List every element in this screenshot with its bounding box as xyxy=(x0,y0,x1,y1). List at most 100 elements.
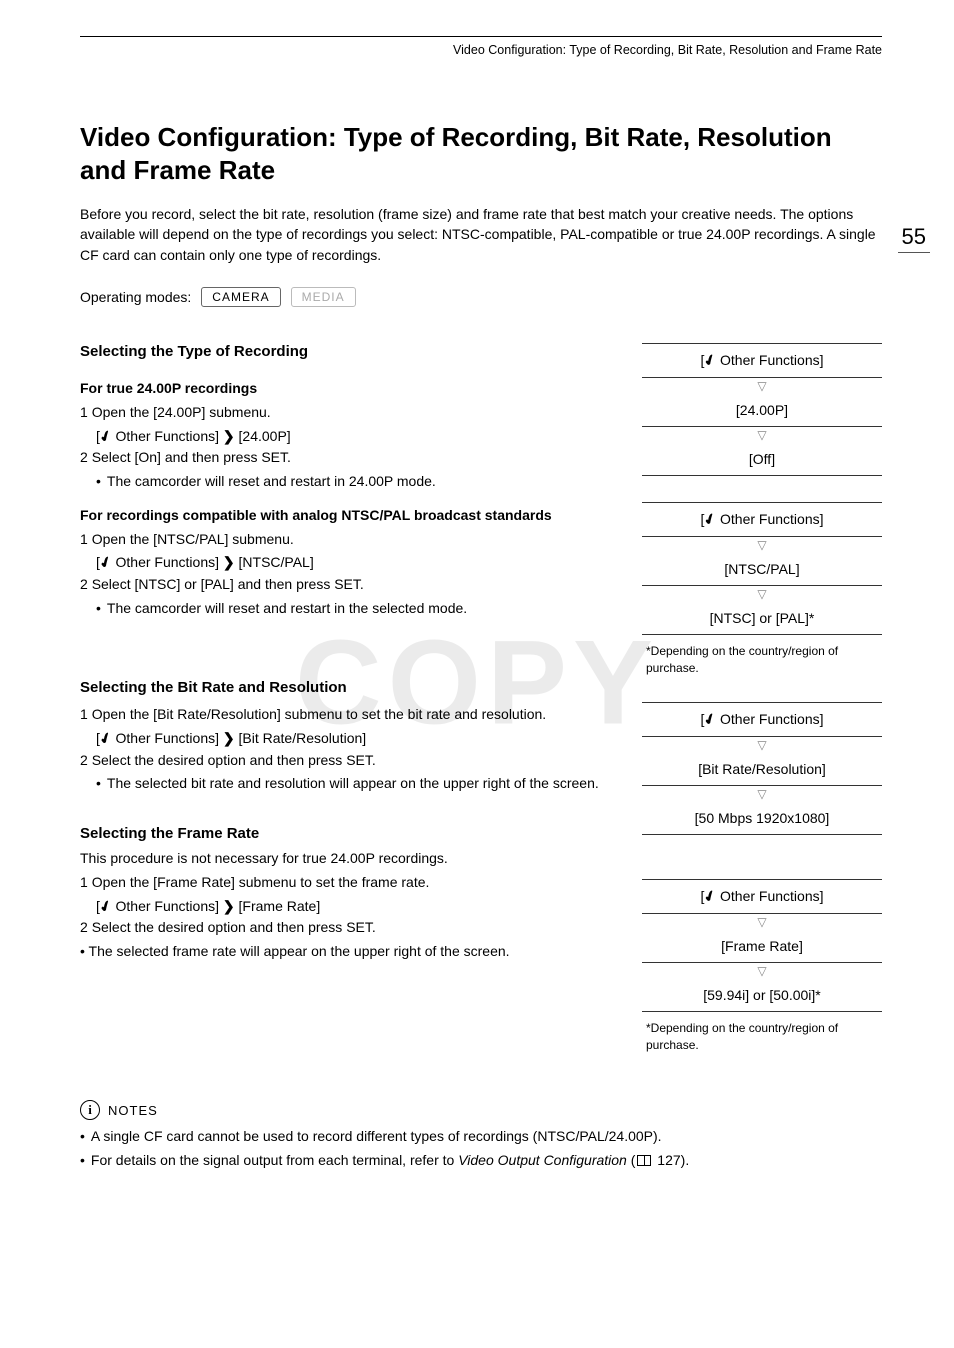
menu-item: [24.00P] xyxy=(642,394,882,427)
mode-camera: CAMERA xyxy=(201,287,280,307)
notes-label: NOTES xyxy=(108,1103,158,1118)
menu-group: [✔ Other Functions] ▽ [NTSC/PAL] ▽ [NTSC… xyxy=(642,502,882,677)
bullet-icon: • xyxy=(96,471,101,493)
step: 2 Select the desired option and then pre… xyxy=(80,750,618,772)
bullet-line: • The camcorder will reset and restart i… xyxy=(80,598,618,620)
chevron-icon: ❯ xyxy=(223,728,235,750)
operating-modes-row: Operating modes: CAMERA MEDIA xyxy=(80,287,882,307)
menu-item: [✔ Other Functions] xyxy=(642,343,882,378)
path-text: [Bit Rate/Resolution] xyxy=(235,730,367,746)
info-icon: i xyxy=(80,1100,100,1120)
note-text: For details on the signal output from ea… xyxy=(91,1150,689,1172)
menu-item: [59.94i] or [50.00i]* xyxy=(642,979,882,1012)
menu-text: Other Functions] xyxy=(716,888,823,904)
menu-item: [NTSC] or [PAL]* xyxy=(642,602,882,635)
menu-item: [Bit Rate/Resolution] xyxy=(642,753,882,786)
step-number: 2 xyxy=(80,752,88,768)
path-text: Other Functions] xyxy=(112,428,223,444)
footnote: *Depending on the country/region of purc… xyxy=(642,1012,882,1054)
note-page-ref: 127). xyxy=(653,1152,689,1168)
chevron-icon: ❯ xyxy=(223,896,235,918)
bullet-icon: • xyxy=(80,1150,85,1172)
note-text-b: ( xyxy=(627,1152,636,1168)
step-text: Select [On] and then press SET. xyxy=(92,449,291,465)
step: 1 Open the [24.00P] submenu. xyxy=(80,402,618,424)
step-text: Open the [24.00P] submenu. xyxy=(92,404,271,420)
bullet-line: • The selected frame rate will appear on… xyxy=(80,941,618,963)
down-arrow-icon: ▽ xyxy=(642,914,882,930)
note-line: • A single CF card cannot be used to rec… xyxy=(80,1126,882,1148)
menu-path: [✔ Other Functions] ❯ [24.00P] xyxy=(80,426,618,448)
path-text: [NTSC/PAL] xyxy=(235,554,314,570)
menu-item: [✔ Other Functions] xyxy=(642,702,882,737)
chevron-icon: ❯ xyxy=(223,552,235,574)
step-text: Select the desired option and then press… xyxy=(92,752,376,768)
menu-item: [Frame Rate] xyxy=(642,930,882,963)
section-heading: Selecting the Bit Rate and Resolution xyxy=(80,679,618,696)
step: 1 Open the [Bit Rate/Resolution] submenu… xyxy=(80,704,618,726)
step: 2 Select the desired option and then pre… xyxy=(80,917,618,939)
intro-paragraph: Before you record, select the bit rate, … xyxy=(80,204,882,265)
step-text: Select the desired option and then press… xyxy=(92,919,376,935)
step-text: Open the [Bit Rate/Resolution] submenu t… xyxy=(92,706,547,722)
bullet-line: • The camcorder will reset and restart i… xyxy=(80,471,618,493)
path-text: Other Functions] xyxy=(112,554,223,570)
bullet-text: The camcorder will reset and restart in … xyxy=(107,471,436,493)
step-text: Select [NTSC] or [PAL] and then press SE… xyxy=(92,576,364,592)
down-arrow-icon: ▽ xyxy=(642,963,882,979)
path-text: [Frame Rate] xyxy=(235,898,321,914)
menu-item: [✔ Other Functions] xyxy=(642,502,882,537)
bullet-icon: • xyxy=(80,1126,85,1148)
path-text: [24.00P] xyxy=(235,428,291,444)
step-number: 1 xyxy=(80,531,88,547)
down-arrow-icon: ▽ xyxy=(642,737,882,753)
bullet-text: The selected frame rate will appear on t… xyxy=(89,943,510,959)
notes-heading: i NOTES xyxy=(80,1100,882,1120)
menu-text: Other Functions] xyxy=(716,352,823,368)
note-line: • For details on the signal output from … xyxy=(80,1150,882,1172)
menu-item: [Off] xyxy=(642,443,882,476)
menu-item: [✔ Other Functions] xyxy=(642,879,882,914)
menu-item: [50 Mbps 1920x1080] xyxy=(642,802,882,835)
menu-item: [NTSC/PAL] xyxy=(642,553,882,586)
bullet-icon: • xyxy=(96,773,101,795)
subheading: For recordings compatible with analog NT… xyxy=(80,507,618,523)
step-number: 2 xyxy=(80,449,88,465)
section-heading: Selecting the Type of Recording xyxy=(80,343,618,360)
step-number: 2 xyxy=(80,576,88,592)
menu-path: [✔ Other Functions] ❯ [NTSC/PAL] xyxy=(80,552,618,574)
step: 2 Select [On] and then press SET. xyxy=(80,447,618,469)
bullet-text: The selected bit rate and resolution wil… xyxy=(107,773,599,795)
step-text: Open the [NTSC/PAL] submenu. xyxy=(92,531,294,547)
down-arrow-icon: ▽ xyxy=(642,537,882,553)
step-number: 1 xyxy=(80,874,88,890)
step-text: Open the [Frame Rate] submenu to set the… xyxy=(92,874,430,890)
page-title: Video Configuration: Type of Recording, … xyxy=(80,121,882,186)
subheading: For true 24.00P recordings xyxy=(80,380,618,396)
step-number: 1 xyxy=(80,404,88,420)
step: 1 Open the [NTSC/PAL] submenu. xyxy=(80,529,618,551)
menu-group: [✔ Other Functions] ▽ [24.00P] ▽ [Off] xyxy=(642,343,882,476)
step-number: 2 xyxy=(80,919,88,935)
note-text: A single CF card cannot be used to recor… xyxy=(91,1126,662,1148)
menu-group: [✔ Other Functions] ▽ [Bit Rate/Resoluti… xyxy=(642,702,882,835)
down-arrow-icon: ▽ xyxy=(642,378,882,394)
bullet-icon: • xyxy=(96,598,101,620)
path-text: Other Functions] xyxy=(112,730,223,746)
footnote: *Depending on the country/region of purc… xyxy=(642,635,882,677)
down-arrow-icon: ▽ xyxy=(642,786,882,802)
page-number: 55 xyxy=(898,224,930,253)
bullet-line: • The selected bit rate and resolution w… xyxy=(80,773,618,795)
top-rule xyxy=(80,36,882,37)
bullet-icon: • xyxy=(80,943,85,959)
menu-path: [✔ Other Functions] ❯ [Frame Rate] xyxy=(80,896,618,918)
menu-text: Other Functions] xyxy=(716,511,823,527)
step-number: 1 xyxy=(80,706,88,722)
down-arrow-icon: ▽ xyxy=(642,427,882,443)
mode-media: MEDIA xyxy=(291,287,356,307)
menu-text: Other Functions] xyxy=(716,711,823,727)
section-intro: This procedure is not necessary for true… xyxy=(80,848,618,870)
step: 1 Open the [Frame Rate] submenu to set t… xyxy=(80,872,618,894)
down-arrow-icon: ▽ xyxy=(642,586,882,602)
chevron-icon: ❯ xyxy=(223,426,235,448)
